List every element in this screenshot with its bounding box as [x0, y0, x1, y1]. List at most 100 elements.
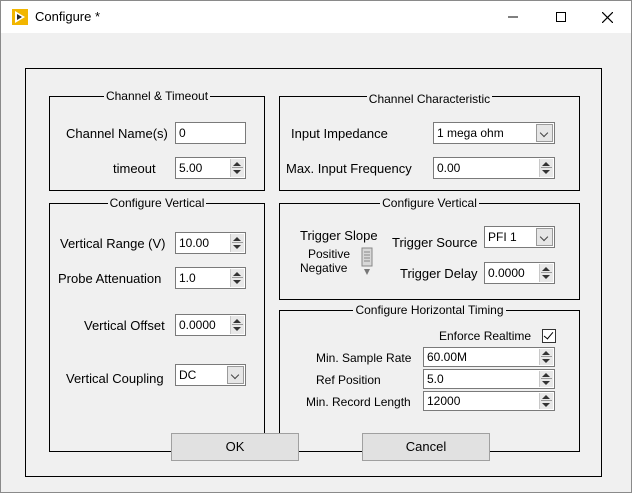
decrement-icon: [542, 170, 550, 174]
decrement-icon: [542, 275, 550, 279]
close-icon: [601, 11, 613, 23]
trigger-delay-input[interactable]: 0.0000: [484, 262, 555, 284]
labview-arrow-icon: [12, 9, 28, 25]
channel-name-input[interactable]: 0: [175, 122, 246, 144]
title-bar: Configure *: [1, 1, 631, 33]
increment-icon: [542, 267, 550, 271]
input-impedance-value: 1 mega ohm: [437, 126, 504, 140]
trigger-source-dropdown[interactable]: [536, 228, 553, 246]
trigger-source-select[interactable]: PFI 1: [484, 226, 555, 248]
vertical-offset-label: Vertical Offset: [84, 318, 165, 333]
timeout-input[interactable]: 5.00: [175, 157, 246, 179]
input-impedance-dropdown[interactable]: [536, 124, 553, 142]
timeout-value: 5.00: [179, 161, 203, 175]
close-button[interactable]: [584, 1, 630, 33]
channel-timeout-group: Channel & Timeout Channel Name(s) 0 time…: [49, 89, 265, 191]
probe-attenuation-input[interactable]: 1.0: [175, 267, 246, 289]
max-input-frequency-value: 0.00: [437, 161, 461, 175]
trigger-slope-label: Trigger Slope: [300, 228, 378, 243]
vertical-range-value: 10.00: [179, 236, 210, 250]
minimize-button[interactable]: [490, 1, 536, 33]
decrement-icon: [542, 403, 550, 407]
decrement-icon: [542, 381, 550, 385]
vertical-coupling-dropdown[interactable]: [227, 366, 244, 384]
configure-vertical-group: Configure Vertical Vertical Range (V) 10…: [49, 196, 265, 452]
vertical-offset-input[interactable]: 0.0000: [175, 314, 246, 336]
increment-icon: [233, 162, 241, 166]
vertical-offset-spinner[interactable]: [230, 316, 244, 334]
horizontal-timing-group: Configure Horizontal Timing Enforce Real…: [279, 303, 580, 452]
vertical-coupling-value: DC: [179, 368, 197, 382]
configure-vertical-title: Configure Vertical: [107, 196, 207, 210]
cancel-button[interactable]: Cancel: [362, 433, 490, 461]
ok-button[interactable]: OK: [171, 433, 299, 461]
min-sample-rate-value: 60.00M: [427, 350, 468, 364]
settings-panel: Channel & Timeout Channel Name(s) 0 time…: [25, 68, 602, 477]
probe-attenuation-value: 1.0: [179, 271, 196, 285]
trigger-delay-value: 0.0000: [488, 266, 525, 280]
trigger-group: Configure Vertical Trigger Slope Positiv…: [279, 196, 580, 300]
increment-icon: [542, 162, 550, 166]
min-sample-rate-label: Min. Sample Rate: [316, 351, 412, 365]
decrement-icon: [233, 280, 241, 284]
increment-icon: [233, 272, 241, 276]
increment-icon: [542, 373, 550, 377]
slope-negative-label: Negative: [300, 261, 348, 275]
window-title: Configure *: [35, 9, 101, 24]
vertical-coupling-select[interactable]: DC: [175, 364, 246, 386]
chevron-down-icon: [539, 128, 549, 138]
input-impedance-select[interactable]: 1 mega ohm: [433, 122, 555, 144]
trigger-group-title: Configure Vertical: [380, 196, 479, 210]
probe-attenuation-label: Probe Attenuation: [58, 271, 162, 286]
maximize-icon: [556, 12, 566, 22]
probe-attenuation-spinner[interactable]: [230, 269, 244, 287]
decrement-icon: [233, 245, 241, 249]
increment-icon: [542, 351, 550, 355]
ref-position-label: Ref Position: [316, 373, 381, 387]
minimize-icon: [508, 16, 518, 18]
trigger-source-value: PFI 1: [488, 230, 517, 244]
increment-icon: [542, 395, 550, 399]
channel-characteristic-group: Channel Characteristic Input Impedance 1…: [279, 92, 580, 191]
increment-icon: [233, 319, 241, 323]
decrement-icon: [233, 170, 241, 174]
min-sample-rate-input[interactable]: 60.00M: [423, 347, 555, 367]
vertical-range-spinner[interactable]: [230, 234, 244, 252]
vertical-coupling-label: Vertical Coupling: [66, 371, 164, 386]
timeout-spinner[interactable]: [230, 159, 244, 177]
slope-positive-label: Positive: [308, 247, 351, 261]
dialog-client-area: Channel & Timeout Channel Name(s) 0 time…: [1, 33, 631, 492]
channel-name-label: Channel Name(s): [66, 126, 168, 141]
ref-position-spinner[interactable]: [539, 371, 553, 387]
max-input-frequency-input[interactable]: 0.00: [433, 157, 555, 179]
channel-timeout-title: Channel & Timeout: [103, 89, 211, 103]
min-record-length-value: 12000: [427, 394, 461, 408]
decrement-icon: [233, 327, 241, 331]
maximize-button[interactable]: [538, 1, 584, 33]
max-input-frequency-spinner[interactable]: [539, 159, 553, 177]
input-impedance-label: Input Impedance: [291, 126, 388, 141]
min-record-length-input[interactable]: 12000: [423, 391, 555, 411]
chevron-down-icon: [230, 370, 240, 380]
vertical-range-label: Vertical Range (V): [60, 236, 166, 251]
ref-position-value: 5.0: [427, 372, 444, 386]
enforce-realtime-label: Enforce Realtime: [439, 329, 532, 343]
channel-characteristic-title: Channel Characteristic: [366, 92, 493, 106]
trigger-source-label: Trigger Source: [392, 235, 478, 250]
max-input-frequency-label: Max. Input Frequency: [286, 161, 412, 176]
ref-position-input[interactable]: 5.0: [423, 369, 555, 389]
trigger-delay-spinner[interactable]: [539, 264, 553, 282]
configure-dialog: Configure * Channel & Timeout Channel Na…: [0, 0, 632, 493]
vertical-offset-value: 0.0000: [179, 318, 216, 332]
min-record-length-label: Min. Record Length: [306, 395, 411, 409]
min-record-length-spinner[interactable]: [539, 393, 553, 409]
increment-icon: [233, 237, 241, 241]
trigger-slope-switch[interactable]: [361, 247, 373, 277]
enforce-realtime-checkbox[interactable]: [542, 329, 556, 343]
chevron-down-icon: [539, 232, 549, 242]
min-sample-rate-spinner[interactable]: [539, 349, 553, 365]
horizontal-timing-title: Configure Horizontal Timing: [353, 303, 506, 317]
decrement-icon: [542, 359, 550, 363]
vertical-range-input[interactable]: 10.00: [175, 232, 246, 254]
channel-name-value: 0: [179, 126, 186, 140]
